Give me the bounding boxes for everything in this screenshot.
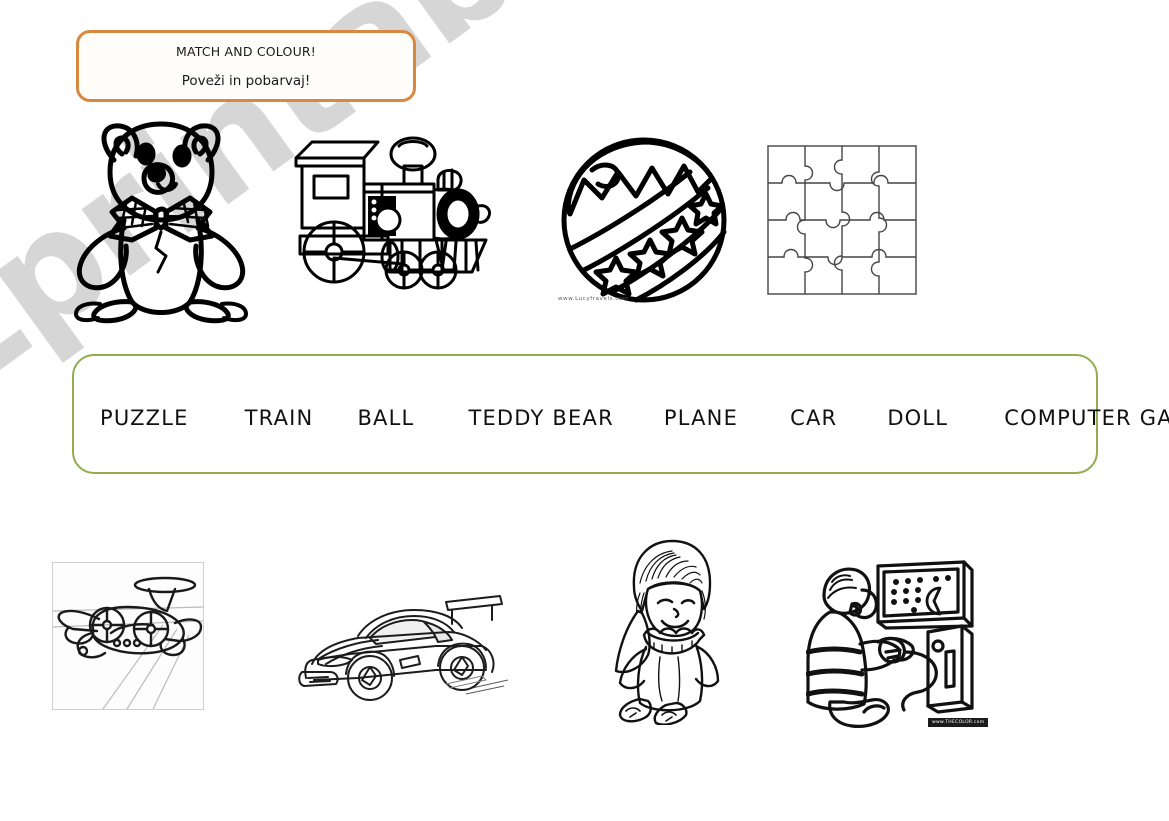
car-icon [298,595,509,701]
picture-computer-game: www.THECOLOR.com [806,556,989,736]
game-source-credit: www.THECOLOR.com [928,718,989,727]
doll-icon [614,539,720,725]
word-doll[interactable]: DOLL [887,406,948,430]
picture-car [296,588,512,706]
word-bank-box: PUZZLE TRAIN BALL TEDDY BEAR PLANE CAR D… [72,354,1169,474]
puzzle-icon [767,145,917,295]
picture-doll [604,535,736,725]
word-ball[interactable]: BALL [357,406,414,430]
picture-puzzle [766,144,918,296]
train-icon [294,136,492,290]
picture-ball: www.Lucyfravels.com [556,136,732,308]
word-bank-list: PUZZLE TRAIN BALL TEDDY BEAR PLANE CAR D… [74,406,1169,430]
ball-icon [561,137,727,303]
picture-teddy-bear [62,116,258,326]
word-car[interactable]: CAR [790,406,837,430]
picture-train [286,132,498,294]
word-puzzle[interactable]: PUZZLE [100,406,189,430]
instruction-slovene: Poveži in pobarvaj! [181,72,311,89]
picture-plane [52,562,204,710]
word-computer-game[interactable]: COMPUTER GAME [1004,406,1169,430]
instruction-box: MATCH AND COLOUR! Poveži in pobarvaj! [76,30,416,102]
word-plane[interactable]: PLANE [664,406,738,430]
plane-icon [53,576,203,709]
word-teddy-bear[interactable]: TEDDY BEAR [468,406,613,430]
instruction-english: MATCH AND COLOUR! [175,43,317,59]
computer-game-icon [806,560,974,728]
teddy-bear-icon [74,121,248,324]
worksheet-page: ESLprintables.com MATCH AND COLOUR! Pove… [0,0,1169,821]
word-train[interactable]: TRAIN [245,406,314,430]
ball-source-credit: www.Lucyfravels.com [558,296,629,302]
